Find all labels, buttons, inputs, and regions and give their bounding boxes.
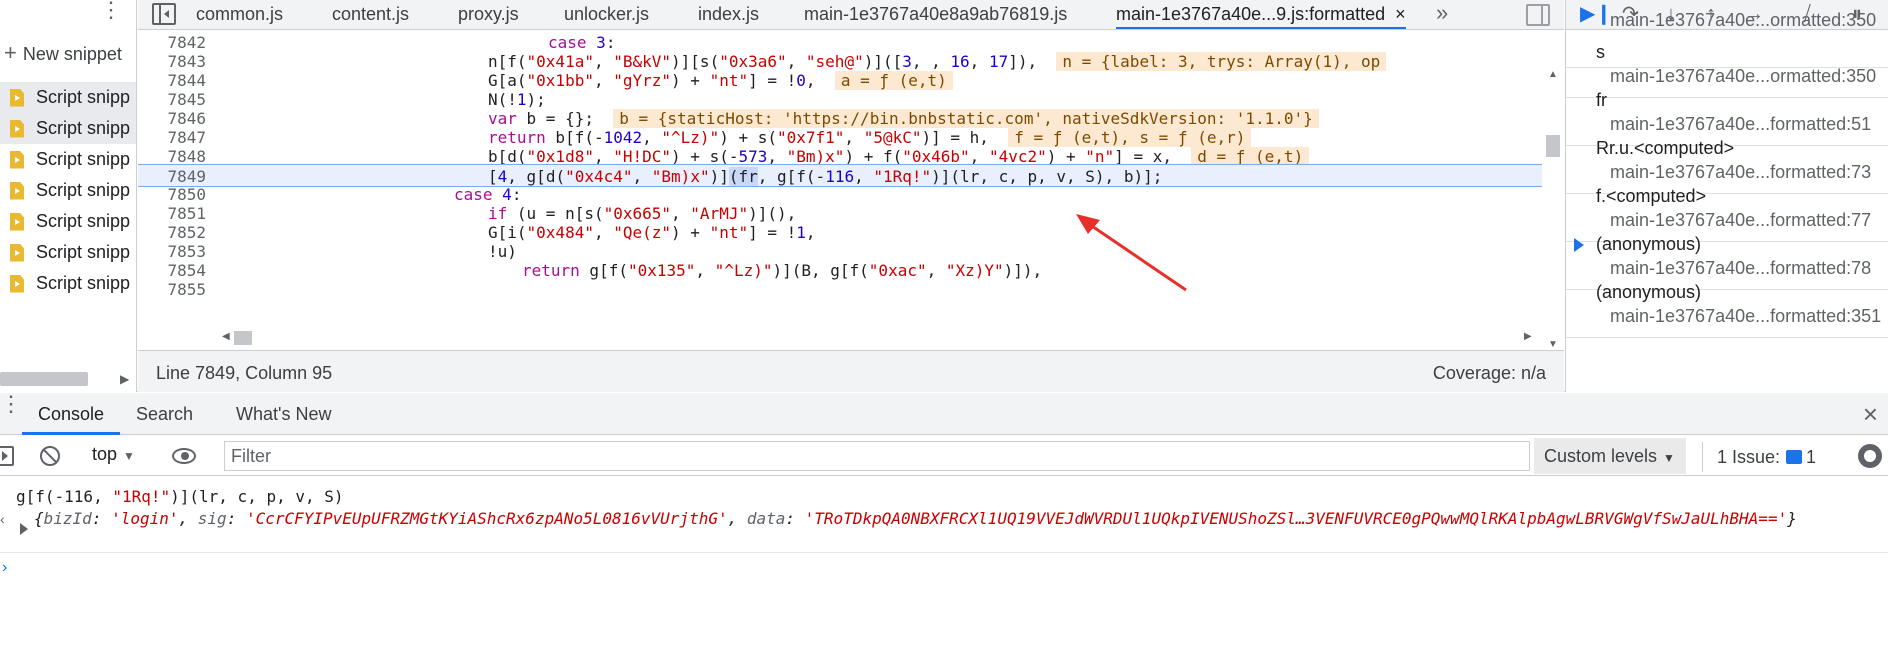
more-tabs-icon[interactable]: » [1436, 0, 1448, 29]
result-object[interactable]: {bizId: 'login', sig: 'CcrCFYIPvEUpUFRZM… [34, 509, 1874, 529]
tab-console[interactable]: Console [22, 393, 121, 435]
scroll-right-icon[interactable]: ▶ [120, 372, 129, 386]
file-icon [10, 119, 24, 138]
console-prompt[interactable]: › [2, 559, 1888, 577]
more-options-icon[interactable]: ⋮ [100, 0, 122, 28]
vertical-scrollbar[interactable] [1546, 135, 1560, 157]
tab-main-js-formatted[interactable]: main-1e3767a40e...9.js:formatted × [1116, 0, 1406, 29]
plus-icon: + [4, 40, 17, 65]
chevron-down-icon: ▼ [1663, 451, 1675, 465]
snippet-list: Script snipp Script snipp Script snipp Scri… [0, 82, 136, 299]
gear-icon[interactable] [1858, 444, 1882, 468]
log-levels-dropdown[interactable]: Custom levels ▼ [1534, 438, 1686, 474]
filter-input[interactable]: Filter [224, 441, 1530, 471]
debugger-panel: ▶❙ ↷ ↓ ↑ → ⧸ ⏸ main-1e3767a40e...ormatte… [1565, 0, 1888, 392]
snippet-item[interactable]: Script snipp [0, 206, 136, 237]
scroll-down-icon[interactable]: ▼ [1548, 339, 1558, 347]
issue-icon [1786, 450, 1803, 464]
file-icon [10, 274, 24, 293]
close-tab-icon[interactable]: × [1395, 4, 1406, 24]
file-icon [10, 88, 24, 107]
tab-whats-new[interactable]: What's New [236, 393, 331, 435]
console-result[interactable]: ‹ {bizId: 'login', sig: 'CcrCFYIPvEUpUFR… [0, 509, 1888, 553]
tab-unlocker-js[interactable]: unlocker.js [564, 0, 649, 29]
drawer-tab-bar: ⋮ Console Search What's New × [0, 393, 1888, 435]
snippets-sidebar: ⋮ + New snippet Script snipp Script snipp S… [0, 0, 137, 392]
snippet-item[interactable]: Script snipp [0, 237, 136, 268]
tab-main-js[interactable]: main-1e3767a40e8a9ab76819.js [804, 0, 1067, 29]
divider [1566, 337, 1888, 338]
code-area[interactable]: 7842 case 3: 7843 n[f("0x41a", "B&kV")][s(… [138, 31, 1564, 347]
chevron-down-icon: ▼ [123, 449, 135, 463]
file-icon [10, 212, 24, 231]
clear-console-icon[interactable] [40, 446, 60, 466]
file-icon [10, 181, 24, 200]
code-line: 7855 [167, 280, 206, 299]
tab-common-js[interactable]: common.js [196, 0, 283, 29]
horizontal-scrollbar[interactable] [0, 372, 88, 386]
snippet-item[interactable]: Script snipp [0, 175, 136, 206]
toggle-navigator-icon[interactable] [152, 3, 176, 25]
issues-button[interactable]: 1 Issue: 1 [1702, 442, 1827, 472]
console-messages: g[f(-116, "1Rq!")](lr, c, p, v, S) ‹ {bi… [0, 477, 1888, 661]
scroll-right-icon[interactable]: ▶ [1524, 331, 1532, 342]
file-icon [10, 243, 24, 262]
snippet-item[interactable]: Script snipp [0, 113, 136, 144]
console-command: g[f(-116, "1Rq!")](lr, c, p, v, S) [16, 487, 344, 506]
editor-tab-bar: common.js content.js proxy.js unlocker.j… [138, 0, 1564, 30]
console-drawer: ⋮ Console Search What's New × top ▼ Filte… [0, 393, 1888, 661]
toggle-debugger-icon[interactable] [1526, 4, 1550, 26]
cursor-position: Line 7849, Column 95 [156, 363, 333, 383]
expand-caret-icon[interactable] [20, 523, 28, 535]
snippet-item[interactable]: Script snipp [0, 82, 136, 113]
tab-content-js[interactable]: content.js [332, 0, 409, 29]
result-arrow-icon: ‹ [0, 511, 5, 527]
new-snippet-button[interactable]: + New snippet [4, 40, 122, 68]
tab-proxy-js[interactable]: proxy.js [458, 0, 519, 29]
context-selector[interactable]: top ▼ [92, 444, 135, 465]
tab-search[interactable]: Search [136, 393, 193, 435]
live-expression-eye-icon[interactable] [172, 448, 196, 464]
horizontal-scrollbar[interactable] [234, 331, 252, 345]
editor-status-bar: Line 7849, Column 95 Coverage: n/a [138, 350, 1564, 392]
show-console-sidebar-icon[interactable] [0, 446, 14, 466]
tab-index-js[interactable]: index.js [698, 0, 759, 29]
close-drawer-icon[interactable]: × [1863, 399, 1878, 430]
file-icon [10, 150, 24, 169]
drawer-menu-icon[interactable]: ⋮ [0, 393, 22, 415]
current-frame-icon [1574, 238, 1584, 252]
scroll-up-icon[interactable]: ▲ [1548, 69, 1558, 80]
scroll-left-icon[interactable]: ◀ [222, 331, 230, 342]
snippet-item[interactable]: Script snipp [0, 144, 136, 175]
code-editor: common.js content.js proxy.js unlocker.j… [138, 0, 1564, 392]
call-frame[interactable]: (anonymous) main-1e3767a40e...formatted:3… [1566, 280, 1888, 338]
coverage-status[interactable]: Coverage: n/a [1433, 363, 1546, 384]
snippet-item[interactable]: Script snipp [0, 268, 136, 299]
console-toolbar: top ▼ Filter Custom levels ▼ 1 Issue: 1 [0, 436, 1888, 476]
